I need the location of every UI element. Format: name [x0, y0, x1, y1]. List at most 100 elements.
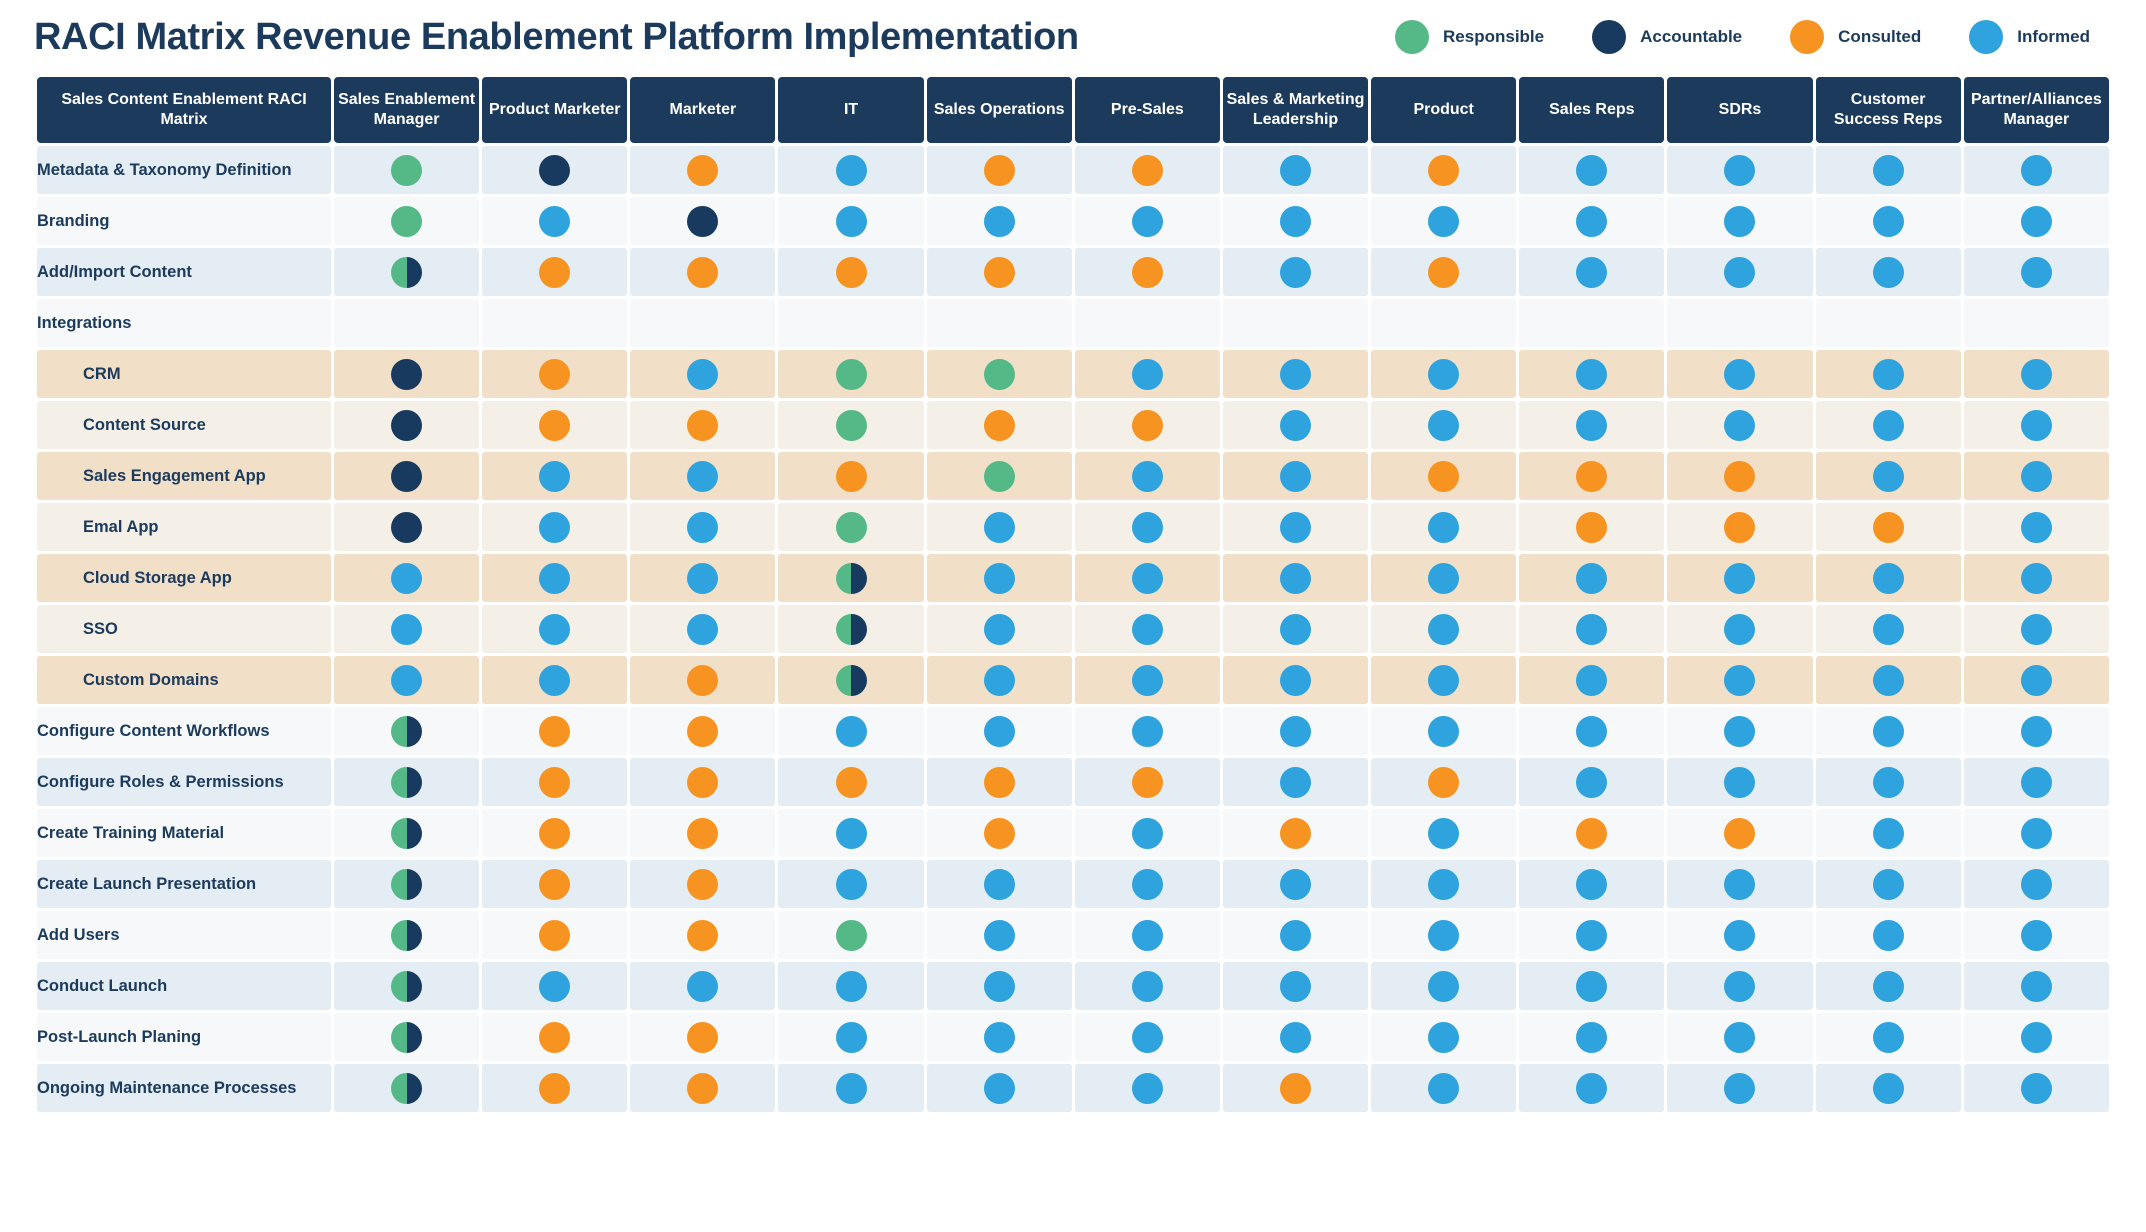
raci-cell[interactable]: [1222, 656, 1369, 704]
raci-cell[interactable]: [1815, 860, 1961, 908]
raci-cell[interactable]: [1074, 248, 1220, 296]
raci-cell[interactable]: [1815, 605, 1961, 653]
raci-cell[interactable]: [1371, 860, 1517, 908]
raci-cell[interactable]: [1519, 1064, 1665, 1112]
raci-cell[interactable]: [1371, 197, 1517, 245]
raci-cell[interactable]: [1815, 809, 1961, 857]
raci-cell[interactable]: [1074, 1064, 1220, 1112]
raci-cell[interactable]: [482, 656, 628, 704]
raci-cell[interactable]: [630, 452, 776, 500]
raci-cell[interactable]: [1074, 962, 1220, 1010]
raci-cell[interactable]: [630, 248, 776, 296]
raci-cell[interactable]: [482, 707, 628, 755]
raci-cell[interactable]: [334, 809, 480, 857]
raci-cell[interactable]: [1222, 248, 1369, 296]
raci-cell[interactable]: [1667, 248, 1813, 296]
raci-cell[interactable]: [630, 656, 776, 704]
raci-cell[interactable]: [1519, 350, 1665, 398]
raci-cell[interactable]: [1074, 758, 1220, 806]
raci-cell[interactable]: [1963, 248, 2109, 296]
raci-cell[interactable]: [630, 860, 776, 908]
raci-cell[interactable]: [1222, 962, 1369, 1010]
raci-cell[interactable]: [926, 299, 1072, 347]
raci-cell[interactable]: [1963, 299, 2109, 347]
raci-cell[interactable]: [1371, 809, 1517, 857]
raci-cell[interactable]: [482, 350, 628, 398]
raci-cell[interactable]: [630, 350, 776, 398]
raci-cell[interactable]: [778, 401, 924, 449]
raci-cell[interactable]: [1074, 1013, 1220, 1061]
raci-cell[interactable]: [926, 962, 1072, 1010]
raci-cell[interactable]: [334, 503, 480, 551]
raci-cell[interactable]: [1667, 809, 1813, 857]
raci-cell[interactable]: [1963, 809, 2109, 857]
raci-cell[interactable]: [778, 452, 924, 500]
raci-cell[interactable]: [630, 809, 776, 857]
raci-cell[interactable]: [1815, 1064, 1961, 1112]
raci-cell[interactable]: [482, 962, 628, 1010]
raci-cell[interactable]: [926, 350, 1072, 398]
raci-cell[interactable]: [1074, 860, 1220, 908]
raci-cell[interactable]: [1371, 911, 1517, 959]
raci-cell[interactable]: [778, 962, 924, 1010]
raci-cell[interactable]: [482, 809, 628, 857]
raci-cell[interactable]: [1371, 1013, 1517, 1061]
raci-cell[interactable]: [630, 554, 776, 602]
raci-cell[interactable]: [334, 248, 480, 296]
raci-cell[interactable]: [926, 656, 1072, 704]
raci-cell[interactable]: [334, 1013, 480, 1061]
raci-cell[interactable]: [334, 299, 480, 347]
raci-cell[interactable]: [630, 707, 776, 755]
raci-cell[interactable]: [926, 1064, 1072, 1112]
raci-cell[interactable]: [1519, 656, 1665, 704]
raci-cell[interactable]: [1074, 146, 1220, 194]
raci-cell[interactable]: [334, 656, 480, 704]
raci-cell[interactable]: [778, 554, 924, 602]
raci-cell[interactable]: [1667, 299, 1813, 347]
raci-cell[interactable]: [482, 146, 628, 194]
raci-cell[interactable]: [334, 146, 480, 194]
raci-cell[interactable]: [926, 758, 1072, 806]
raci-cell[interactable]: [1667, 401, 1813, 449]
raci-cell[interactable]: [1519, 707, 1665, 755]
raci-cell[interactable]: [1222, 146, 1369, 194]
raci-cell[interactable]: [1667, 503, 1813, 551]
raci-cell[interactable]: [926, 605, 1072, 653]
raci-cell[interactable]: [1371, 758, 1517, 806]
raci-cell[interactable]: [334, 758, 480, 806]
raci-cell[interactable]: [1963, 758, 2109, 806]
raci-cell[interactable]: [778, 1013, 924, 1061]
raci-cell[interactable]: [482, 911, 628, 959]
raci-cell[interactable]: [1074, 605, 1220, 653]
raci-cell[interactable]: [482, 197, 628, 245]
raci-cell[interactable]: [1963, 656, 2109, 704]
raci-cell[interactable]: [1371, 146, 1517, 194]
raci-cell[interactable]: [482, 554, 628, 602]
raci-cell[interactable]: [1519, 911, 1665, 959]
raci-cell[interactable]: [1667, 554, 1813, 602]
raci-cell[interactable]: [1667, 146, 1813, 194]
raci-cell[interactable]: [778, 605, 924, 653]
raci-cell[interactable]: [1815, 197, 1961, 245]
raci-cell[interactable]: [1963, 401, 2109, 449]
raci-cell[interactable]: [1074, 707, 1220, 755]
raci-cell[interactable]: [1519, 554, 1665, 602]
raci-cell[interactable]: [1519, 248, 1665, 296]
raci-cell[interactable]: [926, 197, 1072, 245]
raci-cell[interactable]: [1371, 299, 1517, 347]
raci-cell[interactable]: [1371, 656, 1517, 704]
raci-cell[interactable]: [482, 1064, 628, 1112]
raci-cell[interactable]: [1667, 605, 1813, 653]
raci-cell[interactable]: [1074, 809, 1220, 857]
raci-cell[interactable]: [1371, 554, 1517, 602]
raci-cell[interactable]: [1519, 1013, 1665, 1061]
raci-cell[interactable]: [926, 248, 1072, 296]
raci-cell[interactable]: [1371, 962, 1517, 1010]
raci-cell[interactable]: [1815, 554, 1961, 602]
raci-cell[interactable]: [630, 1013, 776, 1061]
raci-cell[interactable]: [1815, 1013, 1961, 1061]
raci-cell[interactable]: [1222, 503, 1369, 551]
raci-cell[interactable]: [482, 758, 628, 806]
raci-cell[interactable]: [482, 605, 628, 653]
raci-cell[interactable]: [1963, 860, 2109, 908]
